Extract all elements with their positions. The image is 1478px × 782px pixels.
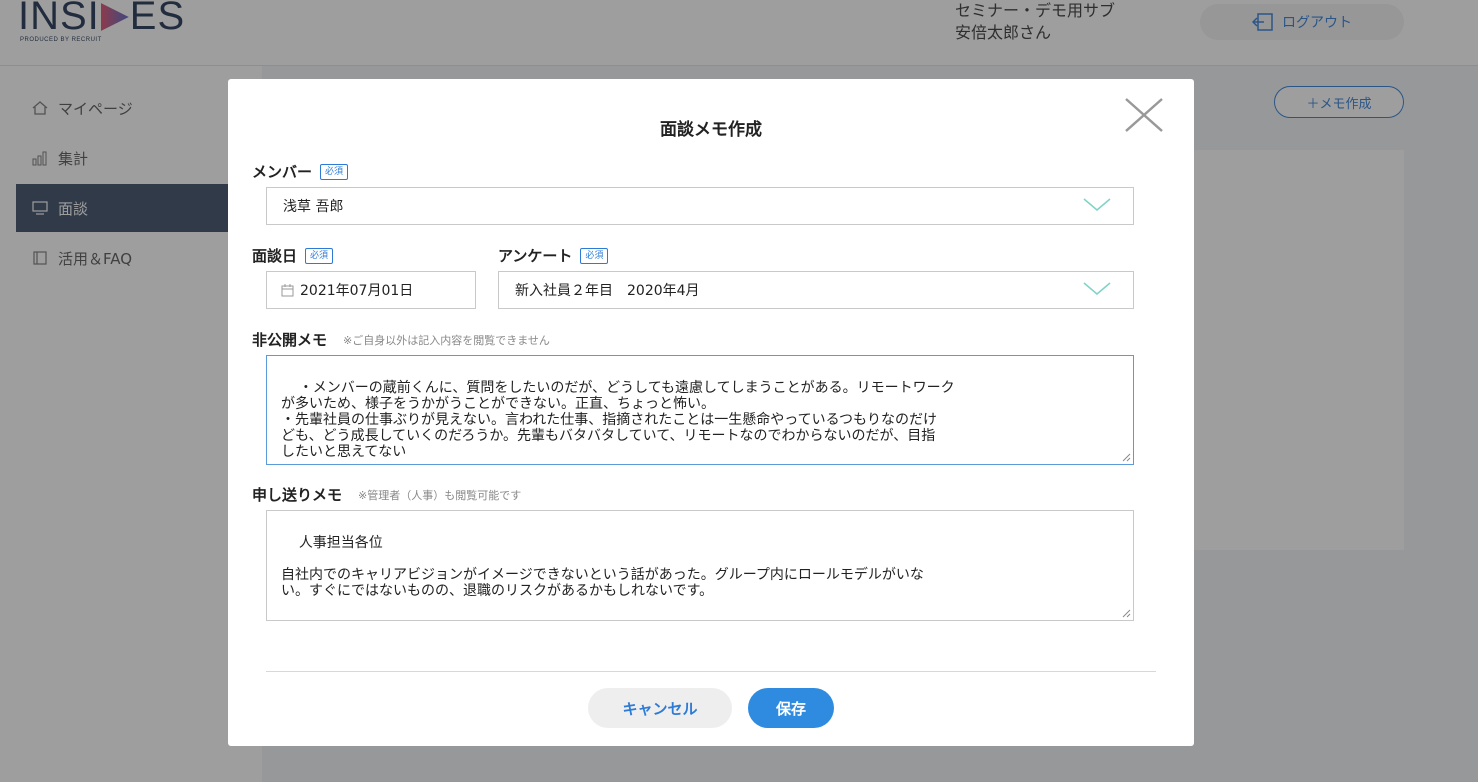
required-badge: 必須	[320, 163, 349, 180]
modal-footer-divider	[266, 671, 1156, 672]
survey-label-text: アンケート	[498, 247, 573, 265]
required-badge: 必須	[305, 247, 334, 264]
interview-memo-modal: 面談メモ作成 メンバー 必須 浅草 吾郎 面談日 必須 2021年07月01日 …	[228, 79, 1194, 746]
calendar-icon	[281, 283, 294, 296]
handover-memo-textarea[interactable]: 人事担当各位 自社内でのキャリアビジョンがイメージできないという話があった。グル…	[266, 510, 1134, 621]
handover-memo-label-text: 申し送りメモ	[252, 486, 343, 504]
private-memo-hint: ※ご自身以外は記入内容を閲覧できません	[343, 333, 550, 347]
resize-handle-icon[interactable]	[1121, 452, 1131, 462]
save-button[interactable]: 保存	[748, 688, 834, 728]
member-label: メンバー 必須	[252, 161, 349, 182]
chevron-down-icon	[1083, 198, 1111, 211]
required-badge: 必須	[580, 247, 609, 264]
private-memo-label-text: 非公開メモ	[252, 331, 328, 349]
private-memo-label: 非公開メモ ※ご自身以外は記入内容を閲覧できません	[252, 329, 550, 350]
close-icon	[1125, 98, 1163, 132]
date-label-text: 面談日	[252, 247, 298, 265]
handover-memo-hint: ※管理者（人事）も閲覧可能です	[358, 488, 522, 502]
private-memo-textarea[interactable]: ・メンバーの蔵前くんに、質問をしたいのだが、どうしても遠慮してしまうことがある。…	[266, 355, 1134, 465]
member-select[interactable]: 浅草 吾郎	[266, 187, 1134, 225]
date-picker[interactable]: 2021年07月01日	[266, 271, 476, 309]
member-label-text: メンバー	[252, 163, 313, 181]
close-button[interactable]	[1122, 95, 1166, 139]
resize-handle-icon[interactable]	[1121, 608, 1131, 618]
date-label: 面談日 必須	[252, 245, 334, 266]
member-select-value: 浅草 吾郎	[283, 199, 344, 215]
handover-memo-label: 申し送りメモ ※管理者（人事）も閲覧可能です	[252, 484, 521, 505]
private-memo-text: ・メンバーの蔵前くんに、質問をしたいのだが、どうしても遠慮してしまうことがある。…	[281, 380, 955, 460]
modal-title: 面談メモ作成	[660, 120, 762, 140]
date-value: 2021年07月01日	[300, 283, 414, 299]
survey-select[interactable]: 新入社員２年目 2020年4月	[498, 271, 1134, 309]
survey-select-value: 新入社員２年目 2020年4月	[515, 283, 700, 299]
chevron-down-icon	[1083, 282, 1111, 295]
handover-memo-text: 人事担当各位 自社内でのキャリアビジョンがイメージできないという話があった。グル…	[281, 535, 924, 599]
cancel-button[interactable]: キャンセル	[588, 688, 732, 728]
survey-label: アンケート 必須	[498, 245, 609, 266]
